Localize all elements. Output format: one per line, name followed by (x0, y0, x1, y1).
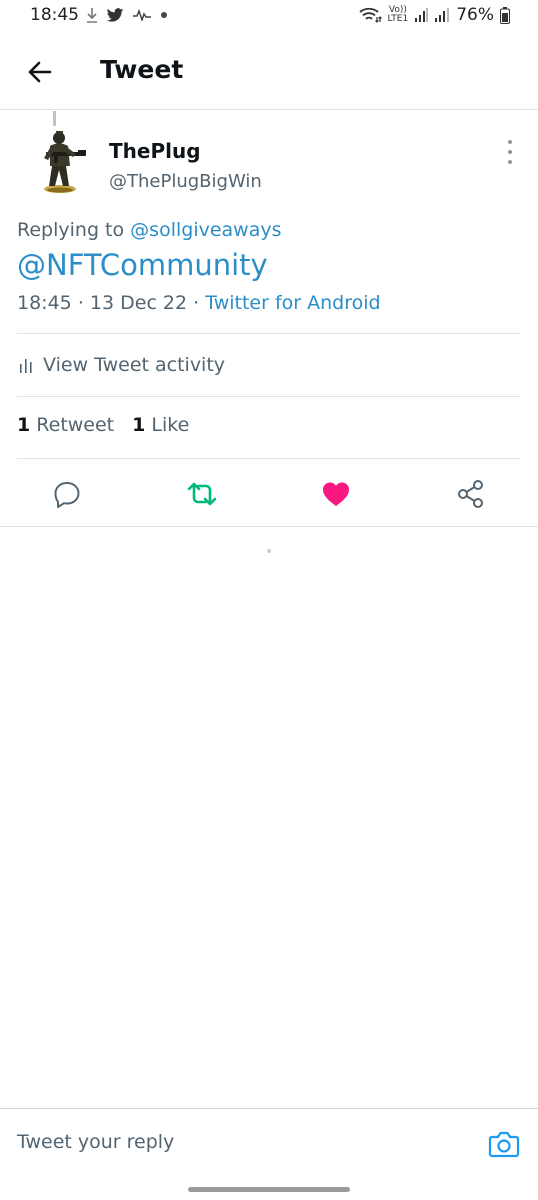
more-dot-icon (508, 150, 512, 154)
more-options-button[interactable] (502, 140, 518, 164)
heart-filled-icon (323, 482, 349, 506)
retweet-button[interactable] (186, 478, 218, 510)
camera-icon (488, 1131, 520, 1158)
battery-icon (500, 6, 510, 24)
audio-wave-icon (133, 9, 151, 21)
tweet-source-link[interactable]: Twitter for Android (205, 292, 380, 314)
reply-button[interactable] (51, 478, 83, 510)
signal-icon (415, 8, 429, 22)
share-button[interactable] (455, 478, 487, 510)
bar-chart-icon (20, 359, 32, 373)
retweet-count: 1 (17, 414, 31, 436)
thread-connector-line (53, 111, 56, 126)
tweet-text-mention[interactable]: @NFTCommunity (17, 248, 268, 282)
tweet-time: 18:45 (17, 292, 72, 314)
like-label: Like (151, 414, 190, 436)
gesture-nav-handle[interactable] (188, 1187, 350, 1192)
reply-icon (54, 482, 80, 508)
system-icons: Vo)) LTE1 76% (358, 5, 510, 25)
battery-percent: 76% (456, 5, 494, 25)
download-icon (87, 8, 97, 23)
divider (0, 526, 538, 527)
arrow-left-icon (28, 61, 52, 83)
tweet-action-bar (0, 474, 538, 514)
view-tweet-activity-label: View Tweet activity (43, 354, 226, 376)
signal-icon-2 (435, 8, 450, 22)
more-dot-icon (508, 160, 512, 164)
loading-indicator (267, 549, 271, 553)
share-icon (458, 480, 483, 508)
tweet-meta: 18:45 · 13 Dec 22 · Twitter for Android (17, 292, 381, 314)
replying-to-prefix: Replying to (17, 219, 125, 241)
more-dot-icon (508, 140, 512, 144)
wifi-icon (358, 7, 382, 23)
tweet-date: 13 Dec 22 (89, 292, 188, 314)
avatar[interactable] (32, 128, 90, 194)
dot-icon (161, 12, 167, 18)
meta-separator: · (193, 292, 200, 314)
top-app-bar: Tweet (0, 40, 538, 110)
divider (17, 396, 521, 397)
display-name[interactable]: ThePlug (109, 139, 201, 163)
lte-indicator: Vo)) LTE1 (387, 5, 409, 24)
page-title: Tweet (100, 55, 184, 84)
notification-icons (86, 7, 168, 23)
retweet-label: Retweet (36, 414, 115, 436)
camera-button[interactable] (488, 1129, 520, 1159)
meta-separator: · (77, 292, 84, 314)
status-time: 18:45 (30, 5, 79, 25)
likes-stat[interactable]: 1 Like (132, 414, 189, 436)
like-button[interactable] (320, 478, 352, 510)
back-button[interactable] (22, 54, 58, 90)
status-bar: 18:45 Vo)) LTE1 76% (0, 0, 538, 34)
soldier-avatar-image (44, 131, 86, 193)
replying-to: Replying to @sollgiveaways (17, 219, 282, 241)
reply-input[interactable]: Tweet your reply (17, 1131, 174, 1153)
view-tweet-activity-button[interactable]: View Tweet activity (17, 350, 225, 380)
twitter-icon (106, 7, 124, 22)
tweet-stats: 1 Retweet 1 Like (17, 414, 189, 436)
replying-to-link[interactable]: @sollgiveaways (130, 219, 281, 241)
like-count: 1 (132, 414, 146, 436)
divider (17, 458, 521, 459)
reply-composer-bar: Tweet your reply (0, 1108, 538, 1172)
retweets-stat[interactable]: 1 Retweet (17, 414, 114, 436)
user-handle[interactable]: @ThePlugBigWin (109, 171, 262, 192)
retweet-icon (187, 482, 217, 506)
divider (17, 333, 521, 334)
